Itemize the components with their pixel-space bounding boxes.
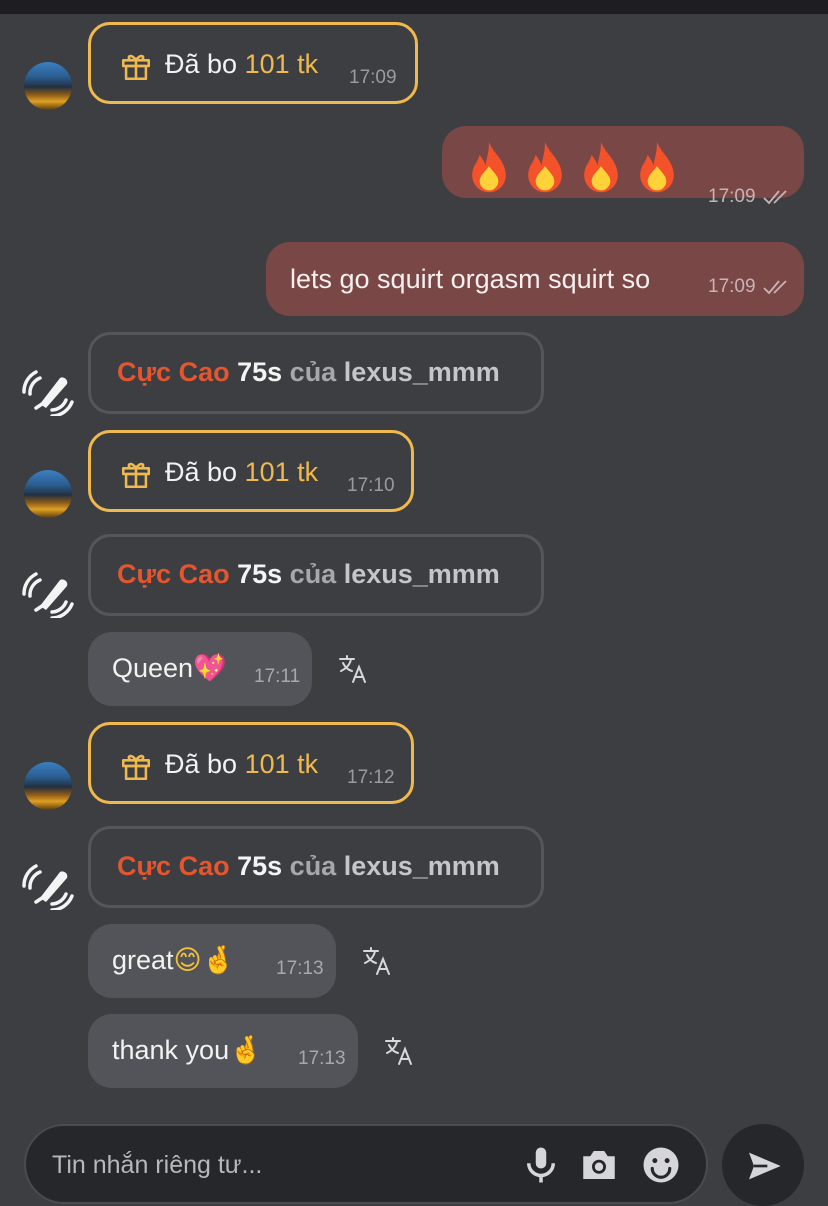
incoming-message[interactable]: Queen💖 17:11 [88, 632, 312, 706]
fire-icon [528, 141, 562, 193]
tip-text: Đã bo 101 tk [165, 457, 318, 488]
translate-icon[interactable] [384, 1036, 414, 1066]
tip-text: Đã bo 101 tk [165, 49, 318, 80]
avatar[interactable] [24, 470, 72, 518]
vibrator-icon [22, 370, 74, 416]
vibration-level: Cực Cao [117, 559, 230, 589]
vibration-of: của [289, 357, 337, 387]
message-time: 17:12 [347, 767, 395, 788]
fire-icon [472, 141, 506, 193]
message-text: lets go squirt orgasm squirt so [290, 264, 651, 294]
message-time: 17:11 [254, 666, 301, 687]
tip-text: Đã bo 101 tk [165, 749, 318, 780]
fire-icon [584, 141, 618, 193]
double-check-icon [763, 280, 787, 295]
vibration-message: Cực Cao 75s của lexus_mmm [88, 534, 544, 616]
message-emoji: 🤞 [229, 1035, 263, 1065]
vibration-duration: 75s [237, 559, 283, 589]
translate-icon[interactable] [338, 654, 368, 684]
microphone-icon[interactable] [520, 1144, 562, 1186]
vibration-of: của [289, 851, 337, 881]
tip-amount: 101 tk [244, 457, 319, 487]
gift-icon [121, 54, 151, 81]
outgoing-message[interactable]: lets go squirt orgasm squirt so 17:09 [266, 242, 804, 316]
message-emoji: 😊🤞 [173, 945, 236, 975]
emoji-icon[interactable] [640, 1144, 682, 1186]
message-time: 17:13 [298, 1048, 346, 1069]
tip-message: Đã bo 101 tk 17:09 [88, 22, 418, 104]
send-icon [749, 1152, 781, 1180]
vibration-duration: 75s [237, 851, 283, 881]
message-body: great [112, 945, 174, 975]
message-emoji [466, 140, 690, 196]
gift-icon [121, 754, 151, 781]
message-time: 17:09 [708, 276, 756, 297]
message-time: 17:09 [349, 67, 397, 88]
message-input[interactable] [50, 1146, 494, 1184]
vibration-text: Cực Cao 75s của lexus_mmm [117, 851, 500, 882]
message-time: 17:13 [276, 958, 324, 979]
double-check-icon [763, 190, 787, 205]
vibration-of: của [289, 559, 337, 589]
message-body: Queen [112, 653, 194, 683]
message-text: thank you🤞 [112, 1034, 263, 1066]
avatar[interactable] [24, 762, 72, 810]
incoming-message[interactable]: great😊🤞 17:13 [88, 924, 336, 998]
message-body: thank you [112, 1035, 230, 1065]
status-bar [0, 0, 828, 14]
outgoing-message[interactable]: 17:09 [442, 126, 804, 207]
translate-icon[interactable] [362, 946, 392, 976]
tip-message: Đã bo 101 tk 17:10 [88, 430, 414, 512]
vibration-level: Cực Cao [117, 851, 230, 881]
tip-amount: 101 tk [244, 749, 319, 779]
tip-prefix: Đã bo [165, 457, 245, 487]
message-text: great😊🤞 [112, 944, 235, 976]
camera-icon[interactable] [578, 1144, 620, 1186]
vibration-message: Cực Cao 75s của lexus_mmm [88, 826, 544, 908]
message-emoji: 💖 [193, 653, 227, 683]
message-composer [24, 1124, 708, 1204]
vibration-text: Cực Cao 75s của lexus_mmm [117, 357, 500, 388]
message-time: 17:09 [708, 186, 756, 207]
avatar[interactable] [24, 62, 72, 110]
vibration-message: Cực Cao 75s của lexus_mmm [88, 332, 544, 414]
gift-icon [121, 462, 151, 489]
incoming-message[interactable]: thank you🤞 17:13 [88, 1014, 358, 1088]
vibration-user[interactable]: lexus_mmm [344, 357, 500, 387]
tip-prefix: Đã bo [165, 49, 245, 79]
tip-amount: 101 tk [244, 49, 319, 79]
fire-icon [640, 141, 674, 193]
vibration-user[interactable]: lexus_mmm [344, 559, 500, 589]
vibration-text: Cực Cao 75s của lexus_mmm [117, 559, 500, 590]
vibrator-icon [22, 572, 74, 618]
message-text: Queen💖 [112, 652, 227, 684]
send-button[interactable] [722, 1124, 804, 1206]
vibration-level: Cực Cao [117, 357, 230, 387]
vibration-duration: 75s [237, 357, 283, 387]
vibration-user[interactable]: lexus_mmm [344, 851, 500, 881]
vibrator-icon [22, 864, 74, 910]
tip-prefix: Đã bo [165, 749, 245, 779]
message-time: 17:10 [347, 475, 395, 496]
tip-message: Đã bo 101 tk 17:12 [88, 722, 414, 804]
